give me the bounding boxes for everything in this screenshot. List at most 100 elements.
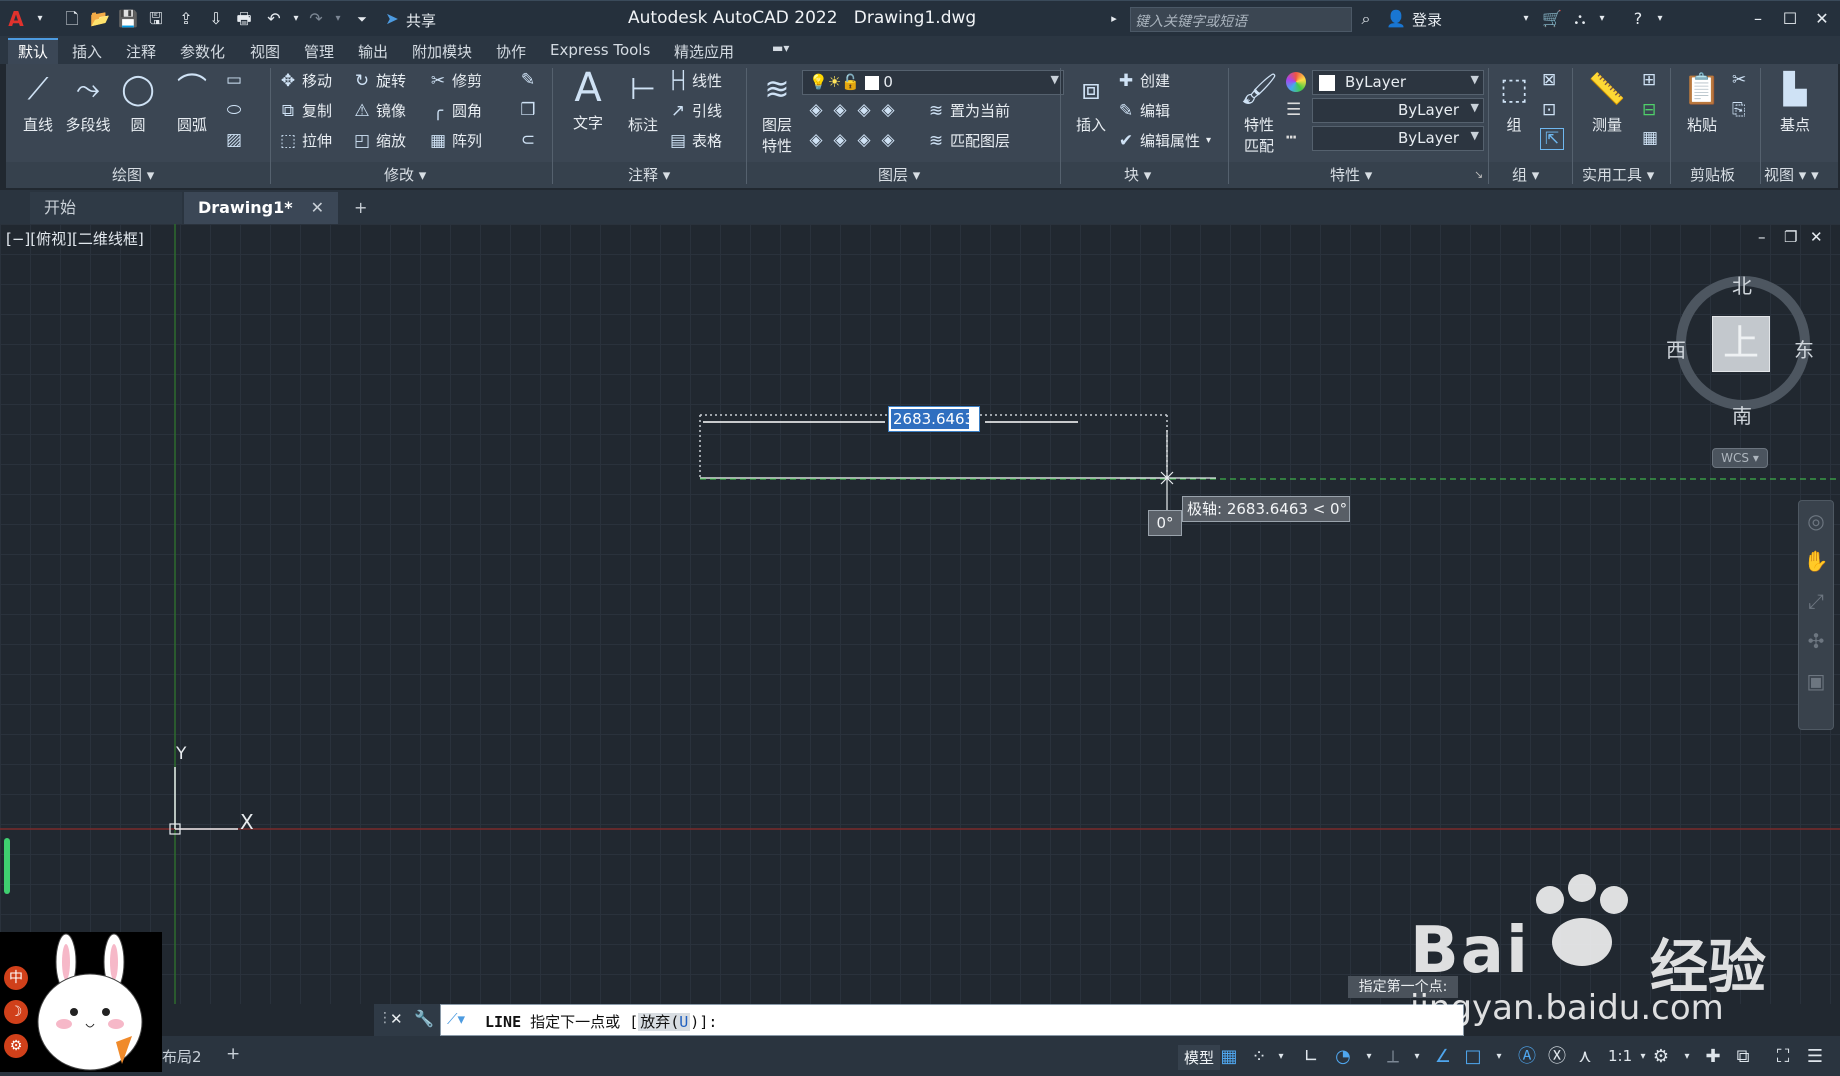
group-button[interactable]: ⬚ 组 — [1490, 70, 1538, 135]
undo-option[interactable]: 放弃(U — [638, 1013, 691, 1031]
new-tab-icon[interactable]: + — [346, 192, 376, 224]
dynamic-input-field[interactable]: 2683.6463 — [888, 406, 980, 432]
auto-scale-icon[interactable]: Ⓧ — [1544, 1044, 1570, 1070]
annotation-scale-icon[interactable]: ⋏ — [1572, 1044, 1598, 1070]
ribbon-toggle-icon[interactable]: ▬▾ — [772, 41, 789, 55]
modify-panel-title[interactable]: 修改 ▾ — [384, 164, 426, 186]
ime-settings-icon[interactable]: ⚙ — [4, 1034, 28, 1058]
draw-panel-title[interactable]: 绘图 ▾ — [112, 164, 154, 186]
trim-button[interactable]: ✂ 修剪 — [428, 70, 482, 91]
rectangle-button[interactable]: ▭ — [224, 70, 248, 90]
group-selection-icon[interactable]: ⇱ — [1540, 128, 1564, 150]
close-command-icon[interactable]: ✕ — [390, 1010, 403, 1028]
showmotion-icon[interactable]: ▣ — [1799, 661, 1833, 701]
make-current-button[interactable]: ≋ 置为当前 — [926, 100, 1010, 121]
color-wheel-icon[interactable] — [1286, 72, 1306, 92]
table-button[interactable]: ▤ 表格 — [668, 130, 722, 151]
user-icon[interactable]: 👤 — [1386, 9, 1406, 29]
open-folder-icon[interactable]: 📂 — [90, 9, 110, 29]
autodesk-app-icon[interactable]: ⛬ — [1570, 9, 1590, 29]
share-icon[interactable]: ➤ — [382, 9, 402, 29]
layer-unlock-icon[interactable]: ◈ — [878, 130, 898, 150]
compass-west[interactable]: 西 — [1666, 334, 1686, 363]
viewport-close-icon[interactable]: ✕ — [1810, 228, 1823, 246]
save-icon[interactable]: 💾 — [118, 9, 138, 29]
dimension-button[interactable]: ⊢ 标注 — [616, 70, 670, 135]
ime-chinese-indicator[interactable]: 中 — [4, 966, 28, 990]
scale-button[interactable]: ◰ 缩放 — [352, 130, 406, 151]
block-panel-title[interactable]: 块 ▾ — [1124, 164, 1151, 186]
text-button[interactable]: A 文字 — [562, 68, 614, 133]
close-tab-icon[interactable]: ✕ — [311, 192, 324, 224]
plot-icon[interactable]: 🖶 — [234, 9, 254, 29]
maximize-icon[interactable]: ☐ — [1780, 9, 1800, 29]
cut-icon[interactable]: ✂ — [1732, 70, 1746, 90]
app-menu-chevron-icon[interactable]: ▾ — [30, 9, 50, 29]
layer-properties-button[interactable]: ≋ 图层 特性 — [750, 70, 804, 156]
customize-menu-icon[interactable]: ☰ — [1802, 1044, 1828, 1070]
layer-freeze-icon[interactable]: ◈ — [854, 100, 874, 120]
color-dropdown[interactable]: ByLayer ▼ — [1312, 70, 1484, 95]
calculator-icon[interactable]: ▦ — [1642, 128, 1658, 148]
groups-panel-title[interactable]: 组 ▾ — [1512, 164, 1539, 186]
panel-launcher-icon[interactable]: ↘ — [1474, 168, 1483, 181]
login-button[interactable]: 登录 — [1412, 9, 1442, 30]
command-line[interactable]: ⟋▾ LINE 指定下一点或 [放弃(U)]: — [440, 1004, 1464, 1036]
polar-dropdown-icon[interactable]: ▾ — [1356, 1044, 1382, 1070]
polar-tracking-icon[interactable]: ◔ — [1330, 1044, 1356, 1070]
compass-east[interactable]: 东 — [1794, 334, 1814, 363]
login-dropdown-icon[interactable]: ▾ — [1516, 9, 1536, 29]
object-snap-tracking-icon[interactable]: ∠ — [1430, 1044, 1456, 1070]
tab-express-tools[interactable]: Express Tools — [550, 41, 650, 59]
autocad-logo-icon[interactable]: A — [6, 9, 26, 29]
layer-on-icon[interactable]: ◈ — [806, 130, 826, 150]
tab-featured-apps[interactable]: 精选应用 — [674, 41, 734, 62]
compass-north[interactable]: 北 — [1732, 270, 1752, 299]
match-properties-button[interactable]: 🖌 特性 匹配 — [1232, 70, 1286, 156]
zoom-extents-icon[interactable]: ⤢ — [1799, 581, 1833, 621]
edit-block-button[interactable]: ✎ 编辑 — [1116, 100, 1170, 121]
steering-wheel-icon[interactable]: ◎ — [1799, 501, 1833, 541]
tab-addins[interactable]: 附加模块 — [412, 41, 472, 62]
units-icon[interactable]: ⧉ — [1730, 1044, 1756, 1070]
new-file-icon[interactable]: 🗋 — [62, 9, 82, 29]
paste-button[interactable]: 📋 粘贴 — [1674, 70, 1730, 135]
compass-south[interactable]: 南 — [1732, 400, 1752, 429]
minimize-icon[interactable]: – — [1748, 9, 1768, 29]
save-as-icon[interactable]: 🖫 — [146, 9, 166, 29]
viewport-restore-icon[interactable]: ❐ — [1784, 228, 1797, 246]
tab-insert[interactable]: 插入 — [72, 41, 102, 62]
undo-icon[interactable]: ↶ — [264, 9, 284, 29]
fullscreen-icon[interactable]: ⛶ — [1770, 1044, 1796, 1070]
viewport-controls-label[interactable]: [−][俯视][二维线框] — [6, 228, 144, 249]
tab-layout2[interactable]: 布局2 — [162, 1046, 202, 1067]
layers-panel-title[interactable]: 图层 ▾ — [878, 164, 920, 186]
isodraft-icon[interactable]: ⟂ — [1380, 1044, 1406, 1070]
base-view-button[interactable]: ▙ 基点 — [1766, 70, 1824, 135]
open-web-icon[interactable]: ⇪ — [176, 9, 196, 29]
layer-isolate-icon[interactable]: ◈ — [830, 100, 850, 120]
array-button[interactable]: ▦ 阵列 — [428, 130, 482, 151]
wcs-menu-button[interactable]: WCS ▾ — [1712, 448, 1768, 468]
properties-panel-title[interactable]: 特性 ▾ — [1330, 164, 1372, 186]
linear-dimension-button[interactable]: ├┤ 线性 — [668, 70, 722, 91]
share-button[interactable]: 共享 — [406, 10, 436, 31]
wrench-icon[interactable]: 🔧 — [414, 1009, 434, 1028]
utilities-panel-title[interactable]: 实用工具 ▾ — [1582, 164, 1654, 186]
layer-off-icon[interactable]: ◈ — [806, 100, 826, 120]
insert-block-button[interactable]: ⧈ 插入 — [1064, 70, 1118, 135]
mirror-button[interactable]: ⚠ 镜像 — [352, 100, 406, 121]
search-input[interactable]: 键入关键字或短语 — [1130, 7, 1352, 32]
tab-start[interactable]: 开始 — [30, 192, 182, 224]
add-layout-icon[interactable]: + — [226, 1044, 240, 1064]
quick-select-icon[interactable]: ⊞ — [1642, 70, 1656, 90]
fillet-button[interactable]: ╭ 圆角 — [428, 100, 482, 121]
app-dropdown-icon[interactable]: ▾ — [1592, 9, 1612, 29]
workspace-gear-icon[interactable]: ⚙ — [1648, 1044, 1674, 1070]
erase-button[interactable]: ✎ — [518, 70, 542, 90]
snap-dropdown-icon[interactable]: ▾ — [1268, 1044, 1294, 1070]
layer-dropdown[interactable]: 💡☀🔓 0 ▼ — [802, 70, 1064, 95]
group-edit-icon[interactable]: ⊡ — [1542, 100, 1556, 120]
measure-button[interactable]: 📏 测量 — [1576, 70, 1638, 135]
tab-view[interactable]: 视图 — [250, 41, 280, 62]
